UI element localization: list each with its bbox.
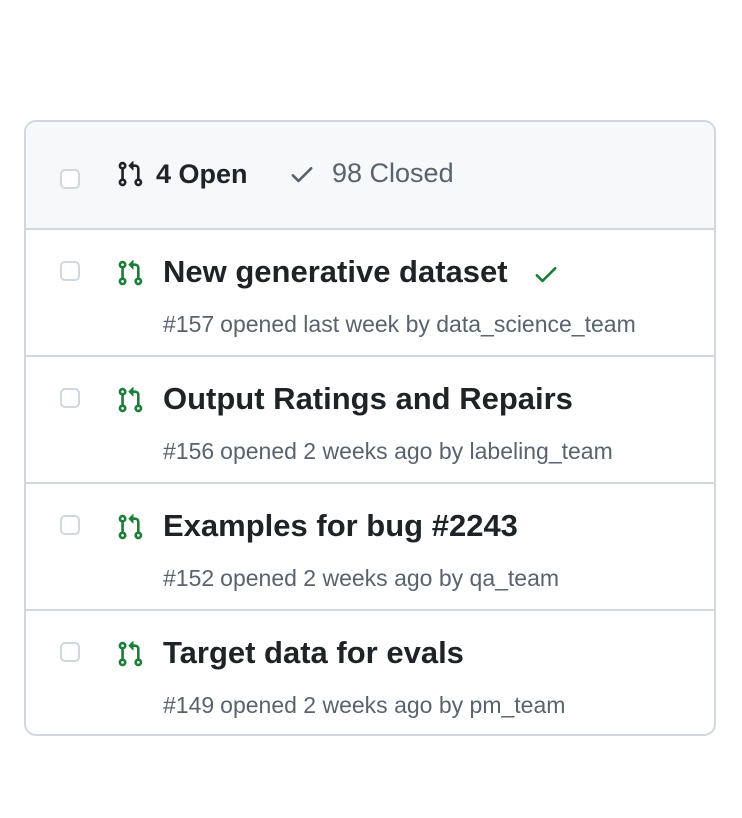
pull-request-title[interactable]: New generative dataset bbox=[163, 254, 508, 290]
git-pull-request-icon bbox=[116, 158, 144, 190]
row-checkbox[interactable] bbox=[60, 642, 80, 662]
pull-request-number: #152 bbox=[163, 565, 215, 591]
pull-request-number: #149 bbox=[163, 692, 215, 718]
check-icon bbox=[288, 160, 316, 188]
author-link[interactable]: data_science_team bbox=[436, 311, 635, 337]
list-header: 4 Open 98 Closed bbox=[26, 122, 714, 230]
list-item: New generative dataset #157 opened last w… bbox=[26, 230, 714, 357]
open-pull-request-icon bbox=[116, 257, 144, 294]
opened-text: opened 2 weeks ago by bbox=[220, 692, 464, 718]
pull-request-list: 4 Open 98 Closed New generative dataset … bbox=[24, 120, 716, 736]
opened-text: opened 2 weeks ago by bbox=[220, 438, 464, 464]
success-check-icon[interactable] bbox=[532, 260, 560, 293]
pull-request-meta: #149 opened 2 weeks ago by pm_team bbox=[163, 692, 565, 719]
author-link[interactable]: labeling_team bbox=[470, 438, 613, 464]
author-link[interactable]: qa_team bbox=[470, 565, 560, 591]
open-pull-request-icon bbox=[116, 384, 144, 421]
pull-request-meta: #152 opened 2 weeks ago by qa_team bbox=[163, 565, 559, 592]
pull-request-title[interactable]: Output Ratings and Repairs bbox=[163, 381, 573, 417]
list-item: Target data for evals #149 opened 2 weeks… bbox=[26, 611, 714, 734]
select-all-checkbox[interactable] bbox=[60, 169, 80, 189]
row-checkbox[interactable] bbox=[60, 388, 80, 408]
row-checkbox[interactable] bbox=[60, 515, 80, 535]
opened-text: opened last week by bbox=[220, 311, 430, 337]
pull-request-title[interactable]: Examples for bug #2243 bbox=[163, 508, 518, 544]
pull-request-number: #157 bbox=[163, 311, 215, 337]
open-tab-label: 4 Open bbox=[156, 158, 248, 189]
open-tab[interactable]: 4 Open bbox=[116, 158, 248, 190]
list-item: Examples for bug #2243 #152 opened 2 week… bbox=[26, 484, 714, 611]
list-item: Output Ratings and Repairs #156 opened 2 … bbox=[26, 357, 714, 484]
pull-request-meta: #156 opened 2 weeks ago by labeling_team bbox=[163, 438, 613, 465]
closed-tab-label: 98 Closed bbox=[332, 158, 454, 188]
pull-request-number: #156 bbox=[163, 438, 215, 464]
pull-request-title[interactable]: Target data for evals bbox=[163, 635, 464, 671]
author-link[interactable]: pm_team bbox=[470, 692, 566, 718]
pull-request-meta: #157 opened last week by data_science_tea… bbox=[163, 311, 636, 338]
open-pull-request-icon bbox=[116, 638, 144, 675]
closed-tab[interactable]: 98 Closed bbox=[288, 158, 454, 189]
row-checkbox[interactable] bbox=[60, 261, 80, 281]
open-pull-request-icon bbox=[116, 511, 144, 548]
opened-text: opened 2 weeks ago by bbox=[220, 565, 464, 591]
